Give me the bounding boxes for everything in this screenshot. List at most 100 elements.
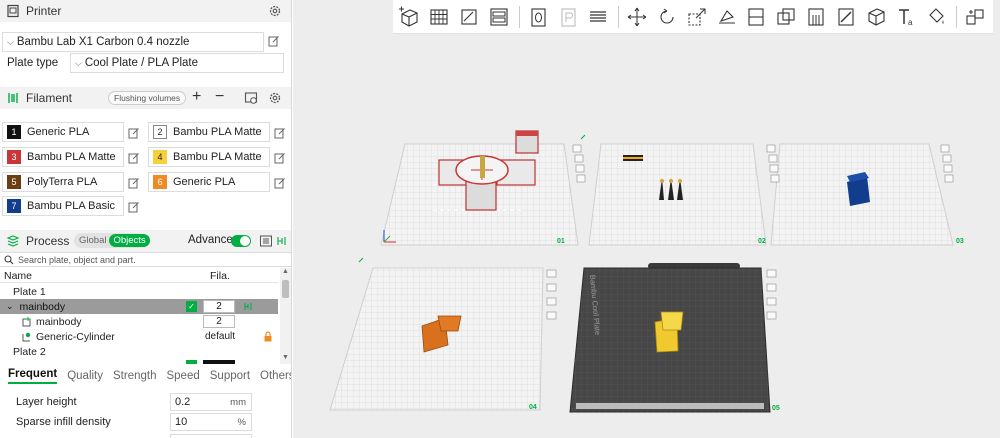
measure-cube-icon[interactable] [864,5,888,29]
scroll-down-arrow-icon[interactable]: ▼ [282,354,289,361]
layer-height-input[interactable]: 0.2 mm [170,393,252,411]
edit-filament-icon[interactable] [128,177,140,189]
edit-filament-icon[interactable] [128,127,140,139]
tree-row-plate-2[interactable]: Plate 2 [0,344,278,359]
filament-index-field[interactable]: 2 [203,315,235,328]
add-filament-button[interactable]: + [192,88,201,106]
process-title: Process [26,234,70,248]
scale-icon[interactable] [685,5,709,29]
plate-number-label: 03 [956,238,964,245]
column-name-header[interactable]: Name [4,270,32,282]
edit-filament-icon[interactable] [274,127,286,139]
object-checkbox[interactable]: ✓ [186,301,197,312]
filament-color-swatch[interactable]: 1 [7,125,21,139]
plate-zero-icon[interactable] [526,5,550,29]
filament-color-swatch[interactable]: 3 [7,150,21,164]
filament-color-swatch[interactable]: 4 [153,150,167,164]
sparse-infill-input[interactable]: 10 % [170,413,252,431]
filament-color-swatch[interactable]: 2 [153,125,167,139]
edit-filament-icon[interactable] [274,152,286,164]
remove-filament-button[interactable]: − [215,88,224,106]
add-plate-grid-icon[interactable] [427,5,451,29]
scroll-up-arrow-icon[interactable]: ▲ [282,268,289,275]
plate-type-label: Plate type [7,57,59,69]
printer-select[interactable]: ⌵ Bambu Lab X1 Carbon 0.4 nozzle [2,32,264,52]
filament-color-swatch[interactable]: 5 [7,175,21,189]
filament-slot[interactable]: 7 Bambu PLA Basic [2,196,124,216]
text-tool-icon[interactable]: a [894,5,918,29]
filament-slot[interactable]: 5 PolyTerra PLA [2,172,124,192]
printer-settings-gear-icon[interactable] [268,4,282,18]
tree-row-mainbody-part[interactable]: mainbody 2 [0,314,278,329]
assembly-view-icon[interactable] [963,5,987,29]
printer-name: Bambu Lab X1 Carbon 0.4 nozzle [16,36,190,48]
edit-filament-icon[interactable] [274,177,286,189]
edit-filament-icon[interactable] [128,201,140,213]
filament-slot[interactable]: 4 Bambu PLA Matte [148,147,270,167]
build-plate-02[interactable]: 02 [588,143,767,246]
edit-printer-icon[interactable] [268,35,280,47]
tab-quality[interactable]: Quality [67,370,103,382]
filament-name: Bambu PLA Basic [27,200,116,212]
tab-strength[interactable]: Strength [113,370,156,382]
filament-color-swatch[interactable]: 6 [153,175,167,189]
tree-row-label: mainbody [19,300,66,313]
plate-number-label: 01 [557,238,565,245]
paint-bucket-icon[interactable] [924,5,948,29]
sync-ams-icon[interactable] [244,91,258,105]
layers-icon[interactable] [586,5,610,29]
cut-icon[interactable] [744,5,768,29]
column-fila-header[interactable]: Fila. [210,270,230,282]
objects-toggle-option[interactable]: Objects [109,234,150,247]
orient-icon[interactable] [457,5,481,29]
filament-title: Filament [26,91,73,105]
param-next-partial [170,434,252,438]
chevron-down-icon: ⌵ [7,36,14,47]
plate-p-icon[interactable] [556,5,580,29]
flushing-volumes-button[interactable]: Flushing volumes [108,91,187,105]
tree-scrollbar[interactable]: ▲ ▼ [280,268,291,364]
tab-support[interactable]: Support [210,370,250,382]
filament-default-label[interactable]: default [205,331,235,342]
filament-name: Bambu PLA Matte [173,126,262,138]
move-icon[interactable] [625,5,649,29]
3d-viewport[interactable]: 01 02 03 04 Bambu Cool Plate 05 a [293,0,1000,438]
tree-row-plate-1[interactable]: Plate 1 [0,284,278,299]
scrollbar-thumb[interactable] [282,280,289,298]
filament-slot[interactable]: 3 Bambu PLA Matte [2,147,124,167]
list-view-icon[interactable] [259,234,273,248]
object-settings-icon[interactable] [243,301,254,312]
compare-settings-icon[interactable] [275,234,289,248]
tab-speed[interactable]: Speed [166,370,199,382]
model-blue-box[interactable] [847,172,870,206]
filament-index-field[interactable]: 2 [203,300,235,313]
tree-row-mainbody-object[interactable]: ⌄ mainbody ✓ 2 [0,299,278,314]
edit-filament-icon[interactable] [128,152,140,164]
tree-row-generic-cylinder[interactable]: Generic-Cylinder default [0,329,278,344]
support-paint-icon[interactable] [804,5,828,29]
filament-slot[interactable]: 6 Generic PLA [148,172,270,192]
plate-type-select[interactable]: ⌵ Cool Plate / PLA Plate [70,53,284,73]
filament-slot[interactable]: 1 Generic PLA [2,122,124,142]
filament-slot[interactable]: 2 Bambu PLA Matte [148,122,270,142]
filament-name: Bambu PLA Matte [173,151,262,163]
toolbar-separator [518,5,520,28]
tab-others[interactable]: Others [260,370,291,382]
arrange-icon[interactable] [487,5,511,29]
seam-paint-icon[interactable] [834,5,858,29]
filament-color-swatch[interactable]: 7 [7,199,21,213]
rotate-icon[interactable] [655,5,679,29]
tab-frequent[interactable]: Frequent [8,368,58,384]
global-toggle-option[interactable]: Global [79,235,106,246]
filament-settings-gear-icon[interactable] [268,91,282,105]
add-object-cube-icon[interactable] [397,5,421,29]
global-objects-toggle[interactable]: Global Objects [74,233,150,248]
filament-name: Generic PLA [173,176,236,188]
lock-icon[interactable] [263,331,273,342]
boolean-icon[interactable] [774,5,798,29]
build-plates-scene[interactable]: 01 02 03 04 Bambu Cool Plate 05 [293,0,1000,438]
lay-on-face-icon[interactable] [715,5,739,29]
collapse-arrow-icon[interactable]: ⌄ [6,301,14,312]
advance-switch[interactable] [231,235,251,247]
object-search-input[interactable]: Search plate, object and part. [0,252,291,267]
